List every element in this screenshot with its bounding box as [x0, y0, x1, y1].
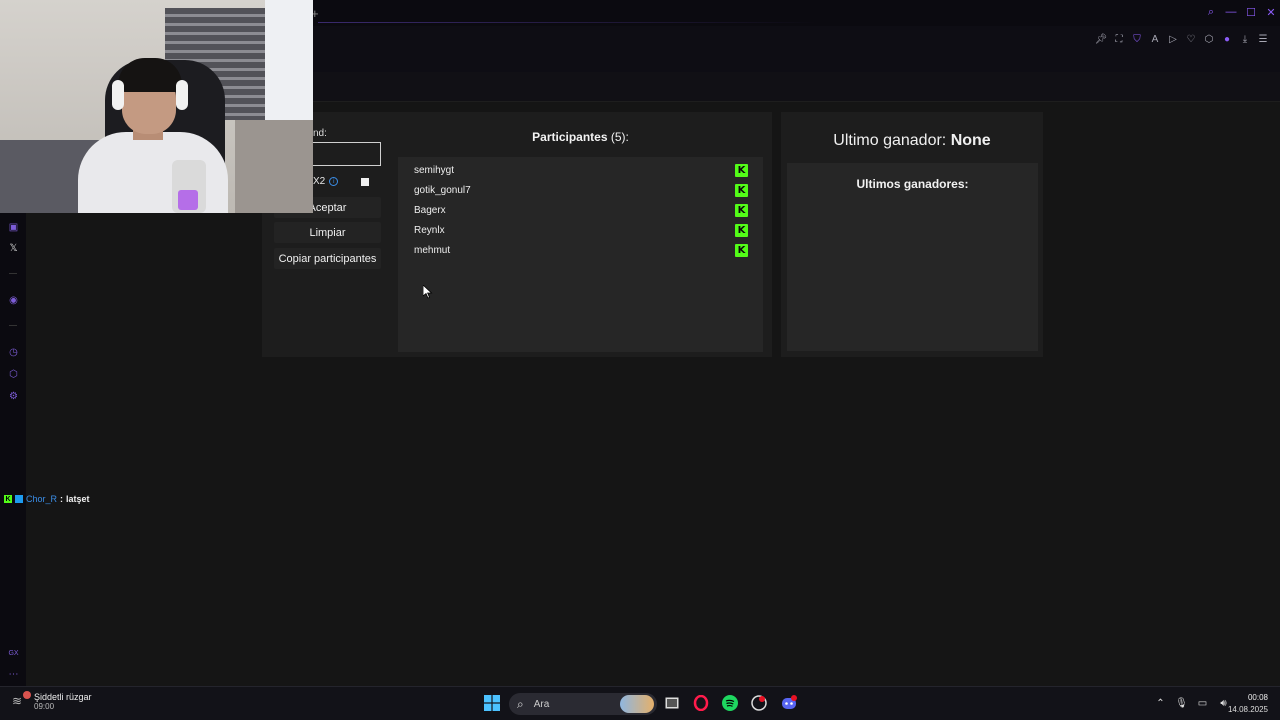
- command-input[interactable]: [313, 142, 381, 166]
- search-icon[interactable]: ⌕: [1204, 5, 1218, 19]
- task-view-icon[interactable]: [663, 694, 681, 712]
- heart-icon[interactable]: ♡: [1184, 32, 1198, 46]
- kick-logo-icon: K: [735, 183, 748, 197]
- profile-icon[interactable]: ●: [1220, 32, 1234, 46]
- chevron-up-icon[interactable]: ⌃: [1154, 697, 1167, 710]
- shield-icon[interactable]: ⛉: [1130, 32, 1144, 46]
- toolbar-icons: 📌︎ ⛶ ⛉ A ▷ ♡ ⬡ ● ⤓ ☰: [1094, 32, 1270, 46]
- tab-indicator: [318, 22, 818, 23]
- x2-option: X2 i: [313, 176, 339, 187]
- play-icon[interactable]: ▷: [1166, 32, 1180, 46]
- chat-username[interactable]: Chor_R: [26, 494, 57, 504]
- browser-sidebar: ▣ 𝕏 ◉ ◷ ⬡ ⚙ GX ⋯: [0, 213, 26, 686]
- spotify-icon[interactable]: [721, 694, 739, 712]
- participant-name: Reynlx: [414, 224, 445, 236]
- kick-badge-icon: K: [4, 495, 12, 503]
- participant-name: mehmut: [414, 244, 451, 256]
- command-field-label: nd:: [313, 128, 327, 139]
- taskbar-clock[interactable]: 00:08 14.08.2025: [1228, 693, 1268, 714]
- participant-row: Bagerx K: [414, 203, 748, 217]
- opera-gx-icon[interactable]: [692, 694, 710, 712]
- player-icon[interactable]: ◉: [7, 294, 20, 307]
- x2-label: X2: [313, 176, 326, 187]
- pin-icon[interactable]: 📌︎: [1094, 32, 1108, 46]
- chat-text: latşet: [66, 494, 90, 504]
- translate-icon[interactable]: A: [1148, 32, 1162, 46]
- gx-icon[interactable]: GX: [7, 647, 20, 660]
- chat-separator: :: [60, 494, 64, 504]
- participant-row: semihygt K: [414, 163, 748, 177]
- participant-row: gotik_gonul7 K: [414, 183, 748, 197]
- info-icon[interactable]: i: [329, 177, 339, 186]
- steam-icon[interactable]: [750, 694, 768, 712]
- participant-row: mehmut K: [414, 243, 748, 257]
- microphone-icon[interactable]: 🎙︎: [1175, 697, 1188, 710]
- participants-title: Participantes (5):: [398, 130, 763, 144]
- last-winner-label: Ultimo ganador:: [833, 132, 947, 149]
- taskbar-search-placeholder: Ara: [533, 698, 550, 710]
- extensions-icon[interactable]: ⬡: [1202, 32, 1216, 46]
- x2-checkbox[interactable]: [361, 178, 369, 186]
- weather-title: Şiddetli rüzgar: [34, 692, 92, 702]
- kick-logo-icon: K: [735, 163, 748, 177]
- clock-date: 14.08.2025: [1227, 705, 1268, 714]
- more-icon[interactable]: ⋯: [7, 668, 20, 681]
- kick-logo-icon: K: [735, 243, 748, 257]
- crop-icon[interactable]: ⛶: [1112, 32, 1126, 46]
- close-icon[interactable]: ✕: [1264, 5, 1278, 19]
- menu-icon[interactable]: ☰: [1256, 32, 1270, 46]
- participants-title-label: Participantes: [532, 130, 608, 144]
- search-icon: ⌕: [517, 696, 524, 711]
- weather-widget[interactable]: ≋ Şiddetli rüzgar 09:00: [12, 690, 92, 711]
- sidebar-divider: [9, 273, 17, 274]
- x-icon[interactable]: 𝕏: [7, 242, 20, 255]
- start-icon[interactable]: [483, 694, 501, 712]
- maximize-icon[interactable]: ☐: [1244, 5, 1258, 19]
- minimize-icon[interactable]: —: [1224, 5, 1238, 19]
- window-controls: ⌕ — ☐ ✕: [1204, 5, 1278, 19]
- chat-message: K Chor_R : latşet: [4, 494, 90, 504]
- extensions-icon[interactable]: ⬡: [7, 368, 20, 381]
- clear-button[interactable]: Limpiar: [274, 222, 381, 243]
- kick-logo-icon: K: [735, 203, 748, 217]
- participants-count: (5):: [610, 130, 629, 144]
- last-winners-title: Ultimos ganadores:: [856, 177, 969, 191]
- screen: + ⌕ — ☐ ✕ 📌︎ ⛶ ⛉ A ▷ ♡ ⬡ ● ⤓ ☰ ▣ 𝕏 ◉ ◷ ⬡…: [0, 0, 1280, 720]
- participant-name: Bagerx: [414, 204, 446, 216]
- weather-sub: 09:00: [34, 702, 55, 711]
- last-winner-heading: Ultimo ganador: None: [781, 132, 1043, 150]
- discord-icon[interactable]: [780, 694, 798, 712]
- last-winners-list: [787, 163, 1038, 351]
- history-icon[interactable]: ◷: [7, 346, 20, 359]
- participant-name: gotik_gonul7: [414, 184, 471, 196]
- search-highlight-icon: [620, 695, 654, 713]
- wind-icon: ≋: [12, 690, 31, 710]
- download-icon[interactable]: ⤓: [1238, 32, 1252, 46]
- sidebar-divider: [9, 325, 17, 326]
- kick-logo-icon: K: [735, 223, 748, 237]
- twitch-icon[interactable]: ▣: [7, 221, 20, 234]
- network-icon[interactable]: ▭: [1196, 697, 1209, 710]
- copy-participants-button[interactable]: Copiar participantes: [274, 248, 381, 269]
- participant-name: semihygt: [414, 164, 455, 176]
- settings-icon[interactable]: ⚙: [7, 390, 20, 403]
- participant-row: Reynlx K: [414, 223, 748, 237]
- last-winner-value: None: [950, 132, 991, 149]
- mod-badge-icon: [15, 495, 23, 503]
- clock-time: 00:08: [1247, 693, 1268, 702]
- webcam-overlay: [0, 0, 313, 213]
- system-tray: ⌃ 🎙︎ ▭ 🔊︎: [1154, 697, 1230, 710]
